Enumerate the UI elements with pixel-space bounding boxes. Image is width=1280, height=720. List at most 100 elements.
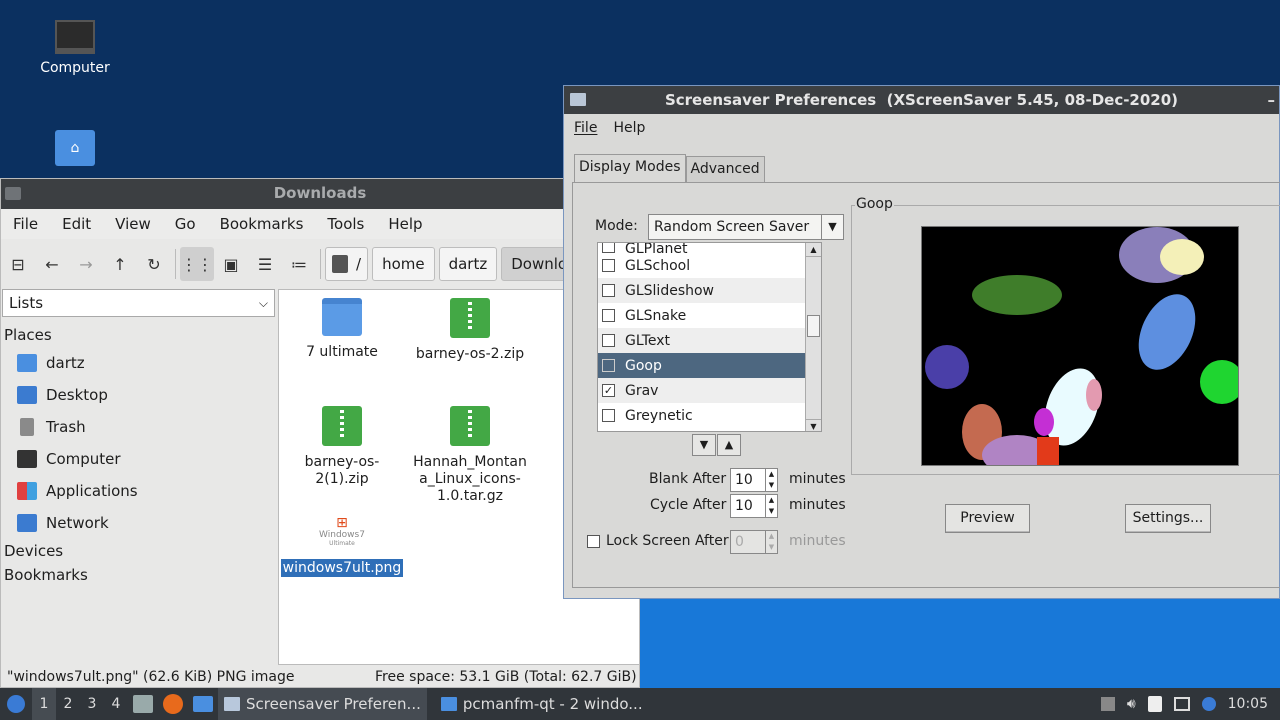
cycle-after-spinbox[interactable]: 10 ▲ ▼ [730, 494, 778, 518]
scrollbar-thumb[interactable] [807, 315, 820, 337]
list-item[interactable]: GLSlideshow [598, 278, 821, 303]
screensaver-titlebar[interactable]: Screensaver Preferences (XScreenSaver 5.… [564, 86, 1279, 114]
place-trash[interactable]: Trash [1, 411, 277, 443]
volume-icon[interactable]: 🔊︎ [1127, 696, 1136, 712]
checkbox[interactable] [587, 534, 600, 548]
checkbox[interactable] [602, 359, 615, 372]
list-item[interactable]: GLPlanet [598, 243, 821, 253]
checkbox[interactable] [602, 284, 615, 297]
checkbox[interactable] [602, 243, 615, 253]
path-dartz-button[interactable]: dartz [438, 247, 498, 281]
menu-file[interactable]: File [1, 215, 50, 233]
list-item[interactable]: GLSnake [598, 303, 821, 328]
spin-arrows-icon[interactable]: ▲ ▼ [765, 469, 777, 491]
menu-view[interactable]: View [103, 215, 163, 233]
minimize-icon[interactable]: – [1268, 86, 1276, 114]
list-item[interactable]: Greynetic [598, 403, 821, 428]
section-bookmarks[interactable]: Bookmarks [1, 563, 277, 587]
list-item-label: GLSnake [625, 307, 687, 324]
thumbnail-view-icon[interactable]: ▣ [214, 247, 248, 281]
workspace-4[interactable]: 4 [104, 696, 128, 712]
file-item[interactable]: barney-os-2.zip [405, 298, 535, 363]
checkbox[interactable] [602, 409, 615, 422]
menu-edit[interactable]: Edit [50, 215, 103, 233]
update-notifier-icon[interactable] [1201, 697, 1216, 711]
start-menu-button[interactable] [0, 688, 32, 720]
task-label: Screensaver Preferen... [246, 695, 421, 713]
lock-screen-checkbox[interactable]: Lock Screen After [587, 533, 729, 549]
menu-help[interactable]: Help [376, 215, 434, 233]
spin-arrows-icon[interactable]: ▲ ▼ [765, 495, 777, 517]
file-item[interactable]: Hannah_Montana_Linux_icons-1.0.tar.gz [405, 406, 535, 505]
file-manager-icon[interactable] [193, 696, 213, 712]
move-down-button[interactable]: ▼ [692, 434, 716, 456]
workspace-1[interactable]: 1 [32, 688, 56, 720]
checkbox[interactable] [602, 309, 615, 322]
forward-arrow-icon[interactable]: → [69, 247, 103, 281]
checkbox-checked[interactable]: ✓ [602, 384, 615, 397]
task-screensaver-preferences[interactable]: Screensaver Preferen... [218, 688, 427, 720]
list-item[interactable]: GLText [598, 328, 821, 353]
workspace-3[interactable]: 3 [80, 696, 104, 712]
window-icon [224, 697, 240, 711]
detail-list-view-icon[interactable]: ≔ [282, 247, 316, 281]
move-up-button[interactable]: ▲ [717, 434, 741, 456]
desktop-icon-computer[interactable]: Computer [25, 20, 125, 76]
file-manager-titlebar[interactable]: Downloads [1, 179, 639, 209]
tab-advanced[interactable]: Advanced [685, 156, 765, 182]
file-item-selected[interactable]: ⊞ Windows7 Ultimate windows7ult.png [279, 515, 407, 577]
path-home-button[interactable]: home [372, 247, 435, 281]
icon-view-icon[interactable]: ⋮⋮ [180, 247, 214, 281]
place-applications[interactable]: Applications [1, 475, 277, 507]
up-arrow-icon[interactable]: ↑ [103, 247, 137, 281]
firefox-icon[interactable] [163, 694, 183, 714]
list-item[interactable]: ✓ Grav [598, 378, 821, 403]
section-places[interactable]: Places [1, 323, 277, 347]
blank-after-label: Blank After [649, 471, 727, 487]
list-scrollbar[interactable]: ▲ ▼ [805, 243, 821, 431]
tab-display-modes[interactable]: Display Modes [574, 154, 686, 182]
workspace-2[interactable]: 2 [56, 696, 80, 712]
show-desktop-icon[interactable] [133, 695, 153, 713]
file-item[interactable]: barney-os-2(1).zip [279, 406, 407, 488]
lock-after-spinbox[interactable]: 0 ▲ ▼ [730, 530, 778, 554]
place-dartz[interactable]: dartz [1, 347, 277, 379]
file-item[interactable]: 7 ultimate [279, 298, 407, 361]
list-item-label: GLText [625, 332, 671, 349]
place-desktop[interactable]: Desktop [1, 379, 277, 411]
tray-expand-icon[interactable] [1100, 697, 1115, 711]
screensaver-list[interactable]: GLPlanet GLSchool GLSlideshow GLSnake GL… [597, 242, 822, 432]
reload-icon[interactable]: ↻ [137, 247, 171, 281]
desktop-icon-home[interactable]: ⌂ [25, 130, 125, 172]
section-devices[interactable]: Devices [1, 539, 277, 563]
thumbnail-edition-text: Ultimate [329, 540, 355, 547]
menu-go[interactable]: Go [163, 215, 208, 233]
scroll-up-icon[interactable]: ▲ [806, 243, 821, 257]
mode-select[interactable]: Random Screen Saver ▼ [648, 214, 844, 240]
blank-after-spinbox[interactable]: 10 ▲ ▼ [730, 468, 778, 492]
menu-bookmarks[interactable]: Bookmarks [208, 215, 316, 233]
place-computer[interactable]: Computer [1, 443, 277, 475]
preview-button[interactable]: Preview [945, 504, 1030, 533]
checkbox[interactable] [602, 259, 615, 272]
task-pcmanfm-qt[interactable]: pcmanfm-qt - 2 windo... [435, 688, 649, 720]
menu-help[interactable]: Help [603, 120, 651, 136]
menu-file[interactable]: File [564, 120, 603, 136]
checkbox[interactable] [602, 334, 615, 347]
scroll-down-icon[interactable]: ▼ [806, 419, 821, 431]
list-item[interactable]: GLSchool [598, 253, 821, 278]
path-root-button[interactable]: / [325, 247, 369, 281]
back-arrow-icon[interactable]: ← [35, 247, 69, 281]
clock[interactable]: 10:05 [1228, 696, 1268, 712]
spin-arrows-icon[interactable]: ▲ ▼ [765, 531, 777, 553]
list-item-selected[interactable]: Goop [598, 353, 821, 378]
menu-tools[interactable]: Tools [315, 215, 376, 233]
settings-button[interactable]: Settings... [1125, 504, 1211, 533]
windows-flag-icon: ⊞ [336, 515, 348, 531]
new-tab-icon[interactable]: ⊟ [1, 247, 35, 281]
side-pane-mode-select[interactable]: Lists ⌵ [2, 289, 275, 317]
place-network[interactable]: Network [1, 507, 277, 539]
compact-view-icon[interactable]: ☰ [248, 247, 282, 281]
clipboard-icon[interactable] [1147, 696, 1162, 712]
network-tray-icon[interactable] [1173, 697, 1190, 711]
